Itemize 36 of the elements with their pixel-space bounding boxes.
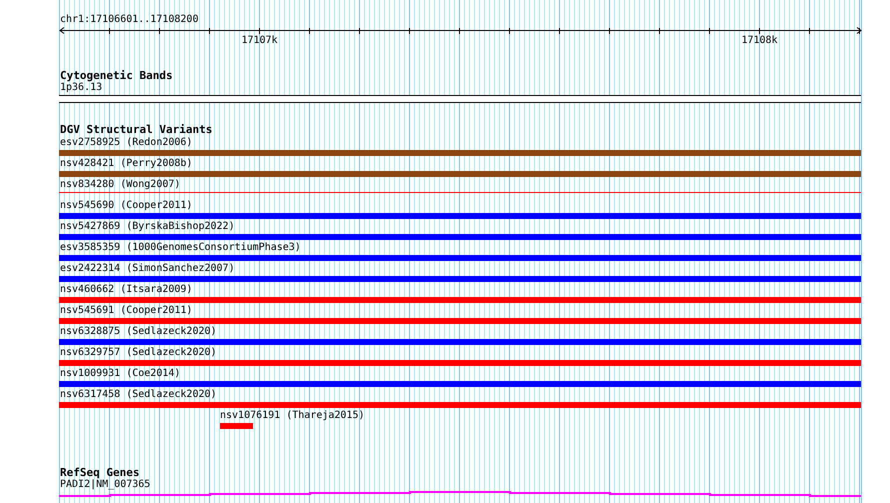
track-title: DGV Structural Variants — [60, 124, 212, 136]
variant-label: esv2422314 (SimonSanchez2007) — [60, 262, 235, 276]
variant-label: nsv545690 (Cooper2011) — [60, 199, 192, 213]
track-title: Cytogenetic Bands — [60, 70, 173, 82]
variant-label: nsv834280 (Wong2007) — [60, 178, 180, 192]
variant-label: nsv6329757 (Sedlazeck2020) — [60, 346, 217, 360]
variant-bar[interactable] — [59, 213, 861, 219]
tick-label: 17107k — [241, 35, 278, 47]
variant-label: nsv1009931 (Coe2014) — [60, 367, 180, 381]
variant-bar[interactable] — [59, 318, 861, 324]
variant-bar[interactable] — [59, 381, 861, 387]
variant-label: nsv545691 (Cooper2011) — [60, 304, 192, 318]
variant-label: esv2758925 (Redon2006) — [60, 136, 192, 150]
variant-bar[interactable] — [59, 171, 861, 177]
variant-bar[interactable] — [59, 276, 861, 282]
track-title: RefSeq Genes — [60, 467, 140, 479]
band-label: 1p36.13 — [60, 82, 102, 94]
variant-bar[interactable] — [59, 339, 861, 345]
variant-label: nsv6328875 (Sedlazeck2020) — [60, 325, 217, 339]
variant-bar[interactable] — [59, 297, 861, 303]
variant-label: nsv6317458 (Sedlazeck2020) — [60, 388, 217, 402]
variant-bar[interactable] — [59, 234, 861, 240]
gene-label: PADI2|NM_007365 — [60, 479, 150, 491]
gene-line-drawing[interactable] — [59, 491, 861, 497]
variant-bar[interactable] — [59, 150, 861, 156]
variant-label: esv3585359 (1000GenomesConsortiumPhase3) — [60, 241, 301, 255]
variant-label: nsv5427869 (ByrskaBishop2022) — [60, 220, 235, 234]
variant-label: nsv460662 (Itsara2009) — [60, 283, 192, 297]
tick-label: 17108k — [741, 35, 778, 47]
variant-label: nsv428421 (Perry2008b) — [60, 157, 192, 171]
variant-bar[interactable] — [59, 402, 861, 408]
variant-bar[interactable] — [59, 255, 861, 261]
region-label: chr1:17106601..17108200 — [60, 14, 198, 26]
variant-bar[interactable] — [59, 360, 861, 366]
variant-label: nsv1076191 (Thareja2015) — [220, 409, 364, 423]
variant-bar[interactable] — [220, 423, 253, 429]
